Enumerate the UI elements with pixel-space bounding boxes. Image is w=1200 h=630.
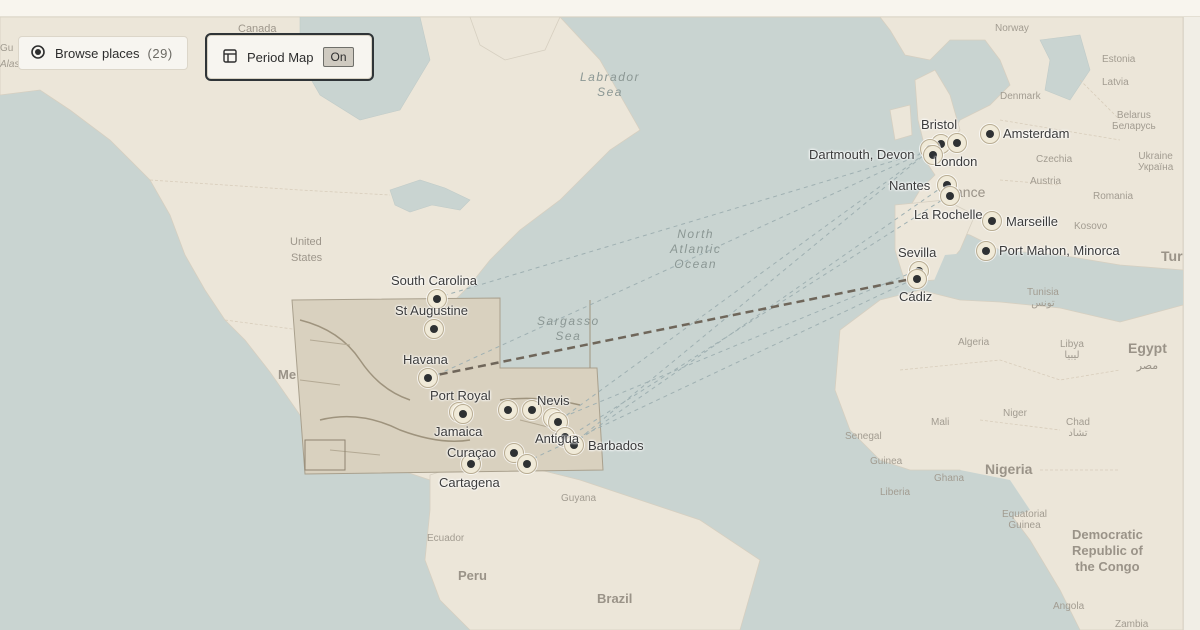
marker-port-mahon[interactable] xyxy=(976,241,996,261)
label-sevilla[interactable]: Sevilla xyxy=(898,245,936,260)
marker-st-augustine[interactable] xyxy=(424,319,444,339)
label-marseille[interactable]: Marseille xyxy=(1006,214,1058,229)
label-barbados[interactable]: Barbados xyxy=(588,438,644,453)
label-curacao[interactable]: Curaçao xyxy=(447,445,496,460)
label-port-royal[interactable]: Port Royal xyxy=(430,388,491,403)
marker-la-rochelle[interactable] xyxy=(940,186,960,206)
label-jamaica[interactable]: Jamaica xyxy=(434,424,482,439)
marker-cadiz[interactable] xyxy=(907,269,927,289)
label-bristol[interactable]: Bristol xyxy=(921,117,957,132)
label-cadiz[interactable]: Cádiz xyxy=(899,289,932,304)
label-antigua[interactable]: Antigua xyxy=(535,431,579,446)
label-cartagena[interactable]: Cartagena xyxy=(439,475,500,490)
marker-jamaica[interactable] xyxy=(453,404,473,424)
map-canvas[interactable]: Canada United States Labrador Sea North At… xyxy=(0,17,1183,630)
scrollbar-gutter[interactable] xyxy=(1183,17,1200,630)
marker-havana[interactable] xyxy=(418,368,438,388)
label-la-rochelle[interactable]: La Rochelle xyxy=(914,207,983,222)
ireland xyxy=(889,104,913,141)
period-map-label: Period Map xyxy=(247,49,314,65)
map-layer-icon xyxy=(223,48,237,66)
label-dartmouth[interactable]: Dartmouth, Devon xyxy=(809,147,915,162)
label-nevis[interactable]: Nevis xyxy=(537,393,570,408)
marker-marseille[interactable] xyxy=(982,211,1002,231)
label-nantes[interactable]: Nantes xyxy=(889,178,930,193)
marker-curacao-2[interactable] xyxy=(517,454,537,474)
period-map-control[interactable]: Period Map On xyxy=(205,33,374,81)
label-st-augustine[interactable]: St Augustine xyxy=(395,303,468,318)
label-havana[interactable]: Havana xyxy=(403,352,448,367)
marker-amsterdam[interactable] xyxy=(980,124,1000,144)
period-map-toggle[interactable]: On xyxy=(323,47,354,67)
marker-hispaniola[interactable] xyxy=(498,400,518,420)
label-port-mahon[interactable]: Port Mahon, Minorca xyxy=(999,243,1120,258)
label-south-carolina[interactable]: South Carolina xyxy=(391,273,477,288)
browse-places-button[interactable]: Browse places (29) xyxy=(18,36,188,70)
label-london[interactable]: London xyxy=(934,154,977,169)
browse-places-count: (29) xyxy=(147,45,173,61)
basemap xyxy=(0,17,1183,630)
browse-places-label: Browse places xyxy=(55,45,140,61)
top-bar xyxy=(0,0,1200,17)
label-amsterdam[interactable]: Amsterdam xyxy=(1003,126,1069,141)
africa xyxy=(834,289,1183,630)
marker-london[interactable] xyxy=(947,133,967,153)
radio-dot-icon xyxy=(31,44,45,62)
